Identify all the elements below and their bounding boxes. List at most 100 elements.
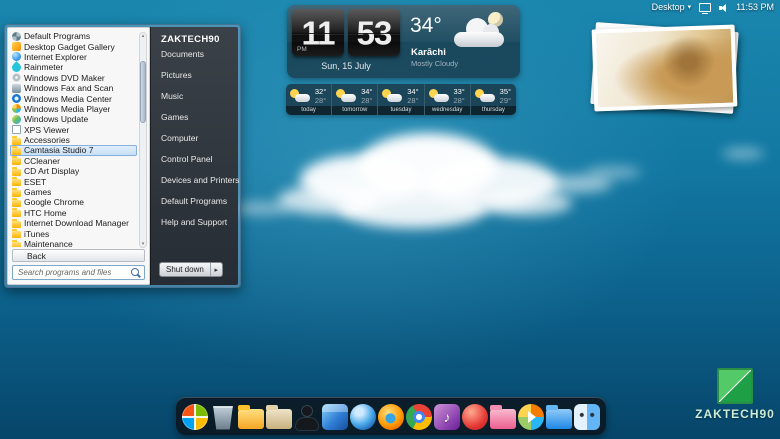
folder-icon <box>12 200 21 207</box>
partly-cloudy-icon <box>336 89 356 102</box>
recycle-bin-icon[interactable] <box>210 404 236 430</box>
start-menu-item-help-and-support[interactable]: Help and Support <box>151 212 238 233</box>
start-menu-item-documents[interactable]: Documents <box>151 44 238 65</box>
start-menu-item[interactable]: Accessories <box>10 135 137 145</box>
start-menu-item[interactable]: XPS Viewer <box>10 125 137 135</box>
forecast-low: 29° <box>500 96 511 105</box>
desktop-selector[interactable]: Desktop ▾ <box>652 2 692 12</box>
minute-digits: 53 <box>348 16 400 49</box>
cloud <box>586 166 641 179</box>
forecast-cell: 35°29°thursday <box>470 84 516 115</box>
start-menu-item[interactable]: CD Art Display <box>10 166 137 176</box>
start-menu-item-default-programs[interactable]: Default Programs <box>151 191 238 212</box>
forecast-low: 28° <box>453 96 464 105</box>
folder-icon <box>12 179 21 186</box>
desktop-topbar: Desktop ▾ 11:53 PM <box>652 2 774 12</box>
start-menu-item[interactable]: Internet Download Manager <box>10 218 137 228</box>
music-note-icon[interactable]: ♪ <box>434 404 460 430</box>
clock-weather-widget[interactable]: 11 PM 53 Sun, 15 July 34° Karāchi Mostly… <box>287 5 520 78</box>
start-menu-item-control-panel[interactable]: Control Panel <box>151 149 238 170</box>
volume-icon[interactable] <box>719 3 728 12</box>
media-red-icon[interactable] <box>462 404 488 430</box>
chrome-icon[interactable] <box>406 404 432 430</box>
photo-widget[interactable] <box>593 27 736 109</box>
partly-cloudy-icon <box>290 89 310 102</box>
start-menu-item-label: Internet Download Manager <box>24 218 129 228</box>
start-menu-program-list: Default ProgramsDesktop Gadget GalleryIn… <box>8 28 149 247</box>
start-menu-item-label: Default Programs <box>24 31 90 41</box>
finder-icon[interactable] <box>574 404 600 430</box>
start-menu-item-label: Camtasia Studio 7 <box>24 145 93 155</box>
start-menu-item[interactable]: Default Programs <box>10 31 137 41</box>
start-menu-item[interactable]: Windows Media Player <box>10 104 137 114</box>
start-menu-item-label: Windows DVD Maker <box>24 73 105 83</box>
start-menu-item[interactable]: HTC Home <box>10 208 137 218</box>
start-menu-item[interactable]: Camtasia Studio 7 <box>10 145 137 155</box>
forecast-cell: 34°28°tuesday <box>377 84 423 115</box>
start-menu-item[interactable]: ESET <box>10 176 137 186</box>
scrollbar[interactable]: ▴ ▾ <box>139 32 147 248</box>
start-menu-item[interactable]: Internet Explorer <box>10 52 137 62</box>
fax-scan-icon <box>12 84 21 93</box>
city-label: Karāchi <box>411 47 446 58</box>
shutdown-arrow-icon[interactable]: ▸ <box>210 263 222 276</box>
rainmeter-icon <box>10 61 23 74</box>
start-menu-item-pictures[interactable]: Pictures <box>151 65 238 86</box>
start-menu-item-devices-and-printers[interactable]: Devices and Printers <box>151 170 238 191</box>
shutdown-button[interactable]: Shut down ▸ <box>159 262 223 277</box>
start-menu-item[interactable]: Windows Media Center <box>10 93 137 103</box>
start-menu: Default ProgramsDesktop Gadget GalleryIn… <box>4 24 241 288</box>
start-menu-item[interactable]: Windows Fax and Scan <box>10 83 137 93</box>
dvd-maker-icon <box>12 73 21 82</box>
start-menu-item[interactable]: Google Chrome <box>10 197 137 207</box>
cloud <box>722 148 764 159</box>
folder-blue-icon[interactable] <box>546 409 572 429</box>
start-menu-item[interactable]: CCleaner <box>10 156 137 166</box>
firefox-icon[interactable] <box>378 404 404 430</box>
forecast-cell: 33°28°wednesday <box>424 84 470 115</box>
folder-pink-icon[interactable] <box>490 409 516 429</box>
folder-icon <box>12 148 21 155</box>
scrollbar-thumb[interactable] <box>140 61 146 123</box>
scroll-up-icon[interactable]: ▴ <box>140 33 146 39</box>
start-menu-item[interactable]: Desktop Gadget Gallery <box>10 41 137 51</box>
start-menu-item-label: CD Art Display <box>24 166 79 176</box>
browser-globe-icon[interactable] <box>350 404 376 430</box>
search-box[interactable] <box>12 265 145 280</box>
start-menu-item[interactable]: Games <box>10 187 137 197</box>
start-menu-item-music[interactable]: Music <box>151 86 238 107</box>
start-orb-icon[interactable] <box>182 404 208 430</box>
system-clock: 11:53 PM <box>736 2 774 12</box>
start-menu-item-label: Windows Media Player <box>24 104 110 114</box>
start-menu-item[interactable]: iTunes <box>10 228 137 238</box>
icon-glyph: ♪ <box>444 410 451 424</box>
start-menu-item[interactable]: Windows DVD Maker <box>10 73 137 83</box>
start-menu-item-games[interactable]: Games <box>151 107 238 128</box>
start-menu-item[interactable]: Windows Update <box>10 114 137 124</box>
media-player-icon[interactable] <box>518 404 544 430</box>
start-menu-item[interactable]: Rainmeter <box>10 62 137 72</box>
display-icon[interactable] <box>699 3 711 12</box>
temperature-label: 34° <box>410 14 442 38</box>
flip-clock-minute: 53 <box>348 9 400 56</box>
search-input[interactable] <box>13 268 131 277</box>
folder-icon <box>12 210 21 217</box>
libraries-icon[interactable] <box>266 409 292 429</box>
xps-viewer-icon <box>12 125 21 134</box>
folder-yellow-icon[interactable] <box>238 409 264 429</box>
forecast-high: 34° <box>407 87 418 96</box>
folder-icon <box>12 242 21 248</box>
back-button[interactable]: Back <box>12 249 145 262</box>
start-menu-item-label: iTunes <box>24 229 49 239</box>
cube-icon[interactable] <box>322 404 348 430</box>
start-menu-item[interactable]: Maintenance <box>10 239 137 247</box>
scroll-down-icon[interactable]: ▾ <box>140 241 146 247</box>
start-menu-item-computer[interactable]: Computer <box>151 128 238 149</box>
user-icon[interactable] <box>294 404 320 430</box>
cloud <box>482 190 572 216</box>
weather-summary: 34° Karāchi Mostly Cloudy <box>405 7 517 76</box>
partly-cloudy-icon <box>429 89 449 102</box>
shutdown-label: Shut down <box>160 263 210 276</box>
forecast-day-label: thursday <box>471 106 516 115</box>
forecast-strip[interactable]: 32°28°today34°28°tomorrow34°28°tuesday33… <box>286 84 516 115</box>
